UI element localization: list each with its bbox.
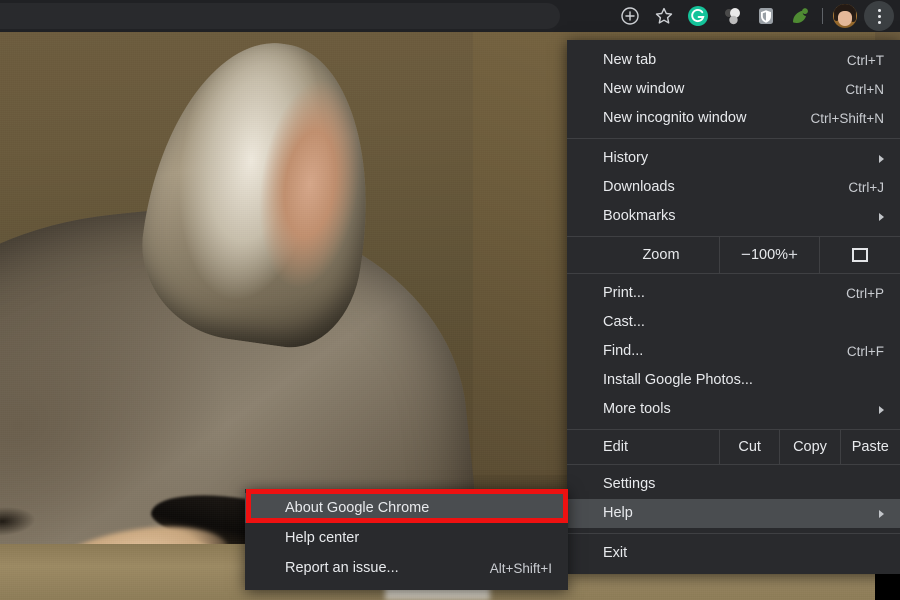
leaf-extension-icon[interactable] [783,0,817,32]
paste-button[interactable]: Paste [839,430,900,464]
menu-item-label: Exit [603,545,628,562]
chrome-main-menu: New tab Ctrl+T New window Ctrl+N New inc… [567,40,900,574]
toolbar-divider [822,8,823,24]
grammarly-extension-icon[interactable] [681,0,715,32]
bookmark-star-icon[interactable] [647,0,681,32]
menu-item-label: Bookmarks [603,208,676,225]
zoom-controls: − 100% + [719,237,819,273]
menu-item-label: Settings [603,476,656,493]
chevron-right-icon [879,405,884,414]
menu-item-downloads[interactable]: Downloads Ctrl+J [567,173,900,202]
zoom-decrease-button[interactable]: − [741,245,751,265]
menu-item-bookmarks[interactable]: Bookmarks [567,202,900,231]
menu-item-shortcut: Ctrl+P [846,285,884,301]
submenu-item-report-an-issue[interactable]: Report an issue... Alt+Shift+I [245,553,568,583]
menu-zoom-row: Zoom − 100% + [567,236,900,274]
menu-item-label: Downloads [603,179,675,196]
edit-label: Edit [603,439,628,455]
menu-item-shortcut: Ctrl+F [846,343,884,359]
menu-item-install-google-photos[interactable]: Install Google Photos... [567,366,900,395]
menu-item-shortcut: Ctrl+T [846,52,884,68]
submenu-item-label: Help center [285,530,360,546]
menu-item-shortcut: Ctrl+N [845,81,884,97]
submenu-item-label: About Google Chrome [285,500,430,516]
menu-item-print[interactable]: Print... Ctrl+P [567,279,900,308]
browser-toolbar [0,0,900,32]
menu-item-label: History [603,150,649,167]
menu-item-history[interactable]: History [567,144,900,173]
menu-item-label: Install Google Photos... [603,372,753,389]
toolbar-icon-group [613,0,896,32]
chevron-right-icon [879,154,884,163]
menu-item-label: Print... [603,285,645,302]
menu-divider [567,533,900,534]
menu-item-shortcut: Ctrl+J [848,179,884,195]
omnibox[interactable] [0,3,560,29]
three-dot-icon [864,1,894,31]
menu-item-label: Find... [603,343,644,360]
chevron-right-icon [879,212,884,221]
menu-item-exit[interactable]: Exit [567,539,900,568]
zoom-increase-button[interactable]: + [788,245,798,265]
avatar-image [833,4,857,28]
menu-item-label: Cast... [603,314,645,331]
submenu-item-help-center[interactable]: Help center [245,523,568,553]
help-submenu: About Google Chrome Help center Report a… [245,489,568,590]
fullscreen-icon [852,248,868,262]
menu-item-shortcut: Ctrl+Shift+N [810,110,884,126]
menu-item-label: New incognito window [603,110,747,127]
menu-item-new-window[interactable]: New window Ctrl+N [567,75,900,104]
shield-extension-icon[interactable] [749,0,783,32]
menu-item-cast[interactable]: Cast... [567,308,900,337]
fullscreen-button[interactable] [819,237,900,273]
menu-item-find[interactable]: Find... Ctrl+F [567,337,900,366]
add-to-collection-icon[interactable] [613,0,647,32]
cut-button[interactable]: Cut [719,430,779,464]
avatar[interactable] [828,0,862,32]
submenu-item-about-google-chrome[interactable]: About Google Chrome [245,493,568,523]
menu-item-label: More tools [603,401,671,418]
molecule-extension-icon[interactable] [715,0,749,32]
zoom-level-value: 100% [750,247,789,263]
chevron-right-icon [879,509,884,518]
menu-item-help[interactable]: Help [567,499,900,528]
menu-item-label: New tab [603,52,657,69]
submenu-item-shortcut: Alt+Shift+I [489,560,552,576]
menu-item-new-incognito-window[interactable]: New incognito window Ctrl+Shift+N [567,104,900,133]
menu-divider [567,138,900,139]
chrome-menu-button[interactable] [862,0,896,32]
menu-item-label: Help [603,505,633,522]
submenu-item-label: Report an issue... [285,560,399,576]
menu-item-more-tools[interactable]: More tools [567,395,900,424]
browser-window: New tab Ctrl+T New window Ctrl+N New inc… [0,0,900,600]
menu-edit-row: Edit Cut Copy Paste [567,429,900,465]
zoom-label: Zoom [642,247,680,263]
menu-item-label: New window [603,81,685,98]
menu-item-settings[interactable]: Settings [567,470,900,499]
copy-button[interactable]: Copy [779,430,839,464]
menu-item-new-tab[interactable]: New tab Ctrl+T [567,46,900,75]
